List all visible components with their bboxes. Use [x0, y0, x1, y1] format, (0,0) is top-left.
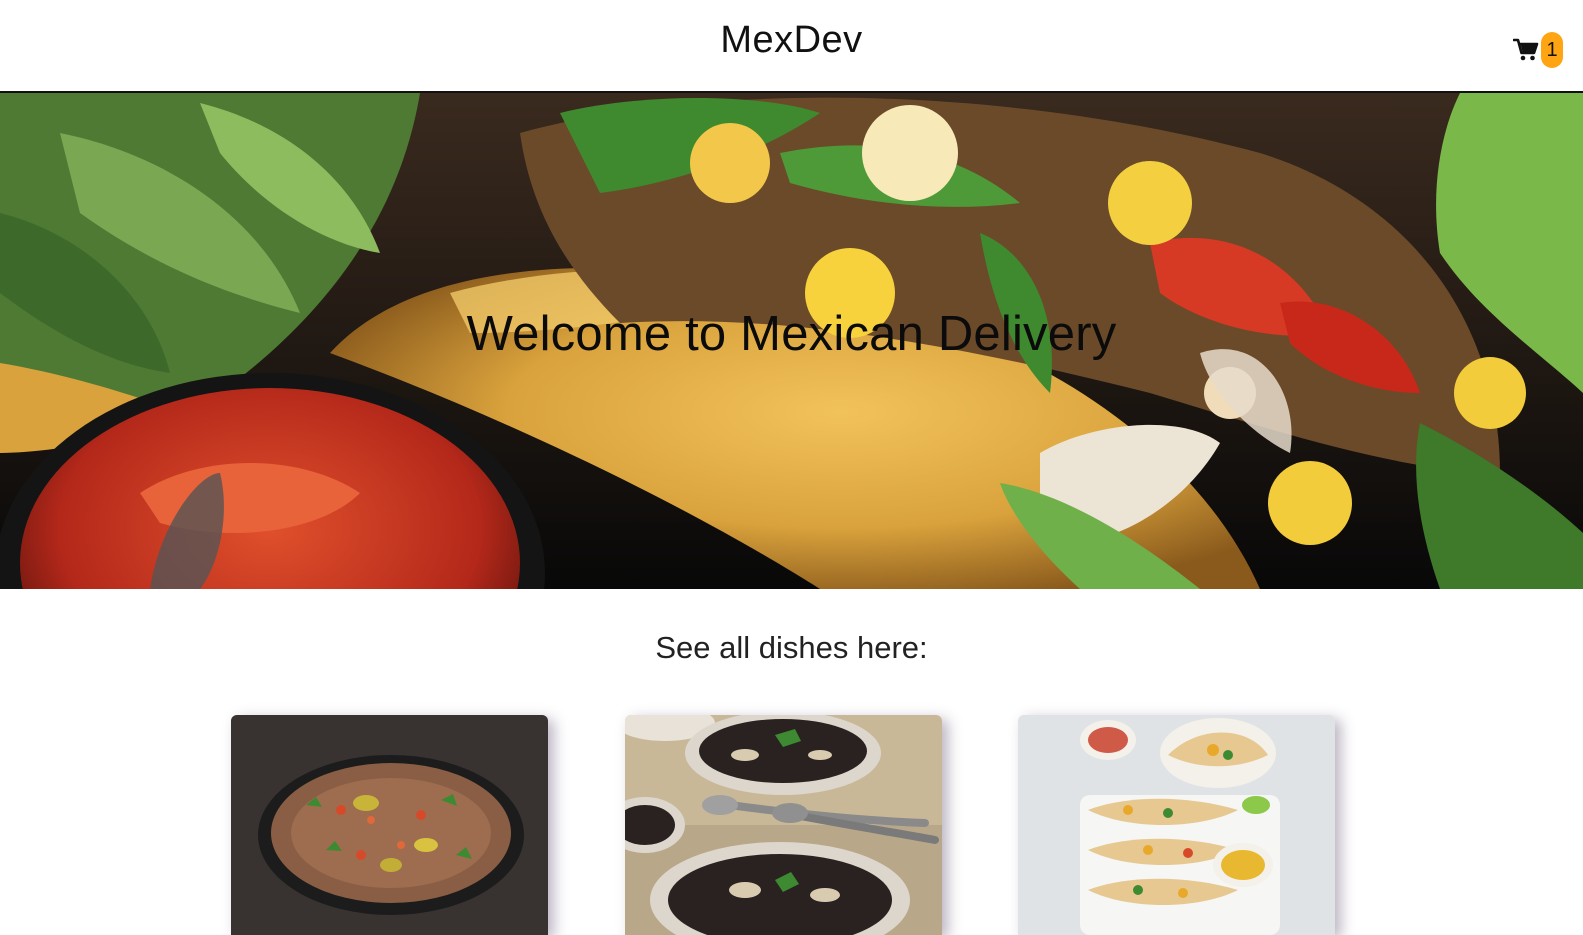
dishes-card-list [0, 715, 1583, 935]
cart-button[interactable]: 1 [1513, 32, 1563, 68]
cart-count-badge: 1 [1541, 32, 1563, 68]
brand-logo-text[interactable]: MexDev [0, 19, 1583, 62]
fish-tacos-dish-image[interactable] [1018, 715, 1335, 935]
dish-card-black-bean-soup[interactable] [625, 715, 942, 935]
hero-banner: Welcome to Mexican Delivery [0, 93, 1583, 589]
black-bean-soup-dish-image[interactable] [625, 715, 942, 935]
refried-beans-dish-image[interactable] [231, 715, 548, 935]
dish-card-fish-tacos[interactable] [1018, 715, 1335, 935]
dishes-section-heading: See all dishes here: [655, 630, 928, 665]
top-navbar: MexDev 1 [0, 0, 1583, 93]
hero-title: Welcome to Mexican Delivery [466, 307, 1117, 361]
dish-card-refried-beans[interactable] [231, 715, 548, 935]
cart-icon[interactable] [1513, 38, 1539, 62]
